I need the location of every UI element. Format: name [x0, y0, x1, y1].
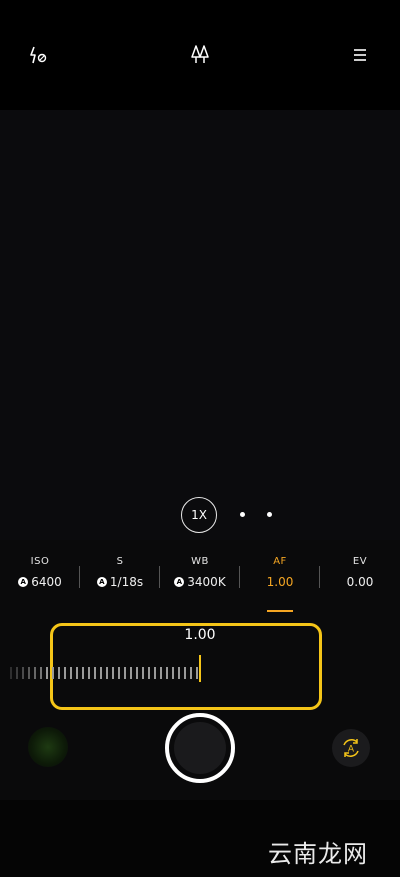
- param-label: AF: [273, 556, 287, 567]
- zoom-label: 1X: [191, 508, 207, 522]
- slider-tick: [46, 667, 48, 679]
- camera-screen: 1X ISO A 6400 S A 1/18s WB A 3400K AF 1.…: [0, 0, 400, 877]
- menu-icon[interactable]: [348, 43, 372, 67]
- param-value: 1/18s: [109, 575, 144, 589]
- param-label: EV: [352, 556, 368, 567]
- param-divider: [319, 566, 320, 588]
- slider-tick: [28, 667, 30, 679]
- flash-auto-icon[interactable]: [27, 43, 51, 67]
- param-value-row: 0.00: [320, 573, 400, 591]
- slider-tick: [82, 667, 84, 679]
- slider-tick: [142, 667, 144, 679]
- slider-tick: [178, 667, 180, 679]
- param-value: 0.00: [346, 575, 374, 589]
- slider-tick: [154, 667, 156, 679]
- viewfinder[interactable]: [0, 110, 400, 540]
- param-wb[interactable]: WB A 3400K: [160, 555, 240, 591]
- param-ev[interactable]: EV 0.00: [320, 555, 400, 591]
- param-label: ISO: [30, 556, 50, 567]
- param-value: 6400: [31, 575, 62, 589]
- slider-value: 1.00: [184, 627, 216, 643]
- auto-badge-icon: A: [96, 577, 107, 587]
- slider-tick: [118, 667, 120, 679]
- active-param-underline: [267, 610, 293, 612]
- auto-rotate-icon[interactable]: A: [332, 729, 370, 767]
- slider-tick: [184, 667, 186, 679]
- param-divider: [239, 566, 240, 588]
- slider-tick: [70, 667, 72, 679]
- param-iso[interactable]: ISO A 6400: [0, 555, 80, 591]
- pro-params-bar: ISO A 6400 S A 1/18s WB A 3400K AF 1.00: [0, 555, 400, 605]
- zoom-button[interactable]: 1X: [181, 497, 217, 533]
- slider-tick: [58, 667, 60, 679]
- param-value-row: A 1/18s: [80, 573, 160, 591]
- zoom-option-dot[interactable]: [267, 512, 272, 517]
- slider-tick: [76, 667, 78, 679]
- slider-tick: [34, 667, 36, 679]
- auto-mode-label: A: [348, 745, 355, 755]
- slider-tick: [160, 667, 162, 679]
- slider-tick: [196, 667, 198, 679]
- slider-tick: [124, 667, 126, 679]
- slider-indicator[interactable]: [199, 655, 201, 682]
- slider-tick: [166, 667, 168, 679]
- param-label: WB: [191, 556, 209, 567]
- slider-tick: [16, 667, 18, 679]
- slider-tick: [136, 667, 138, 679]
- slider-tick: [52, 667, 54, 679]
- slider-tick: [112, 667, 114, 679]
- param-value: 3400K: [187, 575, 226, 589]
- zoom-option-dot[interactable]: [240, 512, 245, 517]
- slider-tick: [130, 667, 132, 679]
- param-shutter[interactable]: S A 1/18s: [80, 555, 160, 591]
- shutter-button-inner: [174, 722, 226, 774]
- watermark: 云南龙网: [268, 840, 368, 868]
- slider-tick: [64, 667, 66, 679]
- macro-tree-icon[interactable]: [188, 43, 212, 67]
- param-value-row: A 6400: [0, 573, 80, 591]
- param-label: S: [116, 556, 124, 567]
- param-divider: [159, 566, 160, 588]
- slider-tick: [94, 667, 96, 679]
- param-value: 1.00: [266, 575, 294, 589]
- slider-tick: [148, 667, 150, 679]
- slider-tick: [22, 667, 24, 679]
- auto-badge-icon: A: [174, 577, 185, 587]
- gallery-thumbnail[interactable]: [28, 727, 68, 767]
- param-divider: [79, 566, 80, 588]
- slider-tick: [40, 667, 42, 679]
- slider-tick: [10, 667, 12, 679]
- param-value-row: 1.00: [240, 573, 320, 591]
- auto-badge-icon: A: [18, 577, 29, 587]
- param-af[interactable]: AF 1.00: [240, 555, 320, 591]
- slider-tick: [190, 667, 192, 679]
- slider-tick: [100, 667, 102, 679]
- slider-tick: [106, 667, 108, 679]
- slider-tick: [88, 667, 90, 679]
- param-value-row: A 3400K: [160, 573, 240, 591]
- slider-tick: [172, 667, 174, 679]
- top-bar: [0, 0, 400, 110]
